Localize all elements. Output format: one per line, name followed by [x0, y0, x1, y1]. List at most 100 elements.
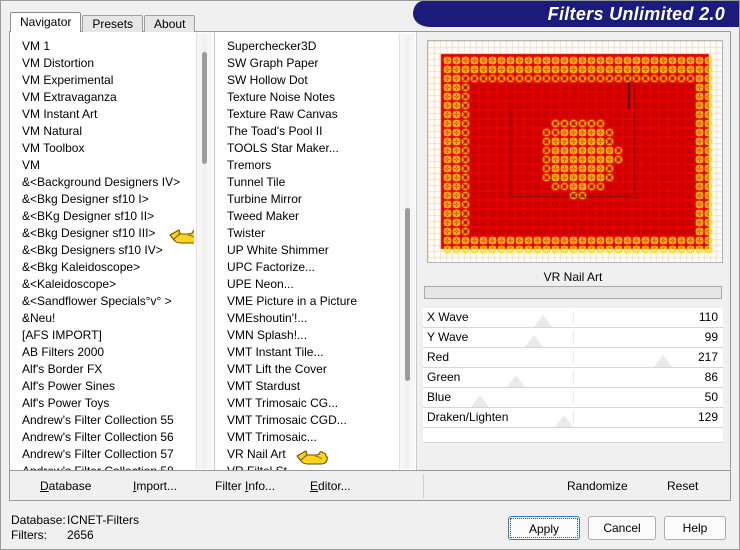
- list-item-label: TOOLS Star Maker...: [227, 141, 339, 155]
- list-item[interactable]: VM Extravaganza: [20, 89, 194, 106]
- list-item[interactable]: SW Graph Paper: [225, 55, 396, 72]
- list-item[interactable]: &<Kaleidoscope>: [20, 276, 194, 293]
- tab-navigator[interactable]: Navigator: [10, 12, 82, 32]
- list-item[interactable]: &<Background Designers IV>: [20, 174, 194, 191]
- slider-row[interactable]: Y Wave 99: [423, 328, 723, 348]
- status-bar: Database: ICNET-Filters Filters: 2656 Ap…: [1, 505, 739, 549]
- slider-value: 86: [704, 370, 718, 384]
- list-item[interactable]: Tremors: [225, 157, 396, 174]
- slider-row[interactable]: Red 217: [423, 348, 723, 368]
- category-list-scrollbar[interactable]: [196, 33, 212, 469]
- list-item[interactable]: Tunnel Tile: [225, 174, 396, 191]
- menu-item-editor[interactable]: Editor...: [310, 479, 351, 493]
- list-item[interactable]: UPC Factorize...: [225, 259, 396, 276]
- list-item[interactable]: VMT Trimosaic CGD...: [225, 412, 396, 429]
- list-item[interactable]: VMT Instant Tile...: [225, 344, 396, 361]
- list-item[interactable]: Andrew's Filter Collection 56: [20, 429, 194, 446]
- bottom-menu-bar: Database Import... Filter Info... Editor...…: [9, 471, 731, 501]
- slider-label: Red: [427, 350, 450, 364]
- filter-list-scrollbar[interactable]: [399, 33, 415, 469]
- list-item[interactable]: VME Picture in a Picture: [225, 293, 396, 310]
- list-item[interactable]: VM Distortion: [20, 55, 194, 72]
- list-item[interactable]: &<BKg Designer sf10 II>: [20, 208, 194, 225]
- list-item[interactable]: Andrew's Filter Collection 55: [20, 412, 194, 429]
- list-item[interactable]: Alf's Power Toys: [20, 395, 194, 412]
- menu-item-filterinfo[interactable]: Filter Info...: [215, 479, 275, 493]
- list-item[interactable]: Superchecker3D: [225, 38, 396, 55]
- preview-image[interactable]: [428, 41, 722, 262]
- list-item[interactable]: Alf's Border FX: [20, 361, 194, 378]
- list-item[interactable]: VM Instant Art: [20, 106, 194, 123]
- help-button[interactable]: Help: [664, 516, 726, 540]
- list-item-label: UP White Shimmer: [227, 243, 329, 257]
- list-item[interactable]: TOOLS Star Maker...: [225, 140, 396, 157]
- list-item[interactable]: Andrew's Filter Collection 57: [20, 446, 194, 463]
- list-item-label: Tremors: [227, 158, 272, 172]
- main-content: VM 1 VM Distortion VM Experimental VM Extra…: [9, 31, 731, 471]
- list-item[interactable]: VMT Trimosaic CG...: [225, 395, 396, 412]
- list-item[interactable]: Andrew's Filter Collection 58: [20, 463, 194, 470]
- menu-item-reset[interactable]: Reset: [667, 479, 698, 493]
- scrollbar-thumb[interactable]: [405, 208, 410, 381]
- menu-item-database[interactable]: Database: [40, 479, 91, 493]
- list-item[interactable]: UPE Neon...: [225, 276, 396, 293]
- list-item[interactable]: VM Experimental: [20, 72, 194, 89]
- slider-thumb[interactable]: [471, 395, 489, 407]
- tab-presets[interactable]: Presets: [82, 15, 144, 32]
- slider-row[interactable]: X Wave 110: [423, 308, 723, 328]
- list-item[interactable]: Tweed Maker: [225, 208, 396, 225]
- list-item[interactable]: VM 1: [20, 38, 194, 55]
- tab-about[interactable]: About: [144, 15, 196, 32]
- slider-row[interactable]: Blue 50: [423, 388, 723, 408]
- list-item[interactable]: &<Sandflower Specials°v° >: [20, 293, 194, 310]
- list-item[interactable]: Texture Raw Canvas: [225, 106, 396, 123]
- list-item[interactable]: VM Natural: [20, 123, 194, 140]
- preview-image-container[interactable]: [427, 40, 723, 263]
- slider-thumb[interactable]: [534, 315, 552, 327]
- list-item[interactable]: UP White Shimmer: [225, 242, 396, 259]
- filter-list[interactable]: Superchecker3D SW Graph Paper SW Hollow Do…: [214, 32, 416, 470]
- category-list[interactable]: VM 1 VM Distortion VM Experimental VM Extra…: [10, 32, 214, 470]
- list-item[interactable]: [AFS IMPORT]: [20, 327, 194, 344]
- list-item[interactable]: Alf's Power Sines: [20, 378, 194, 395]
- list-item[interactable]: VMT Stardust: [225, 378, 396, 395]
- list-item[interactable]: VR Nail Art: [225, 446, 396, 465]
- list-item[interactable]: SW Hollow Dot: [225, 72, 396, 89]
- list-item-label: Andrew's Filter Collection 55: [22, 413, 174, 427]
- menu-item-import[interactable]: Import...: [133, 479, 177, 493]
- list-item[interactable]: &<Bkg Designer sf10 III>: [20, 225, 194, 244]
- list-item[interactable]: AB Filters 2000: [20, 344, 194, 361]
- menu-item-randomize[interactable]: Randomize: [567, 479, 628, 493]
- list-item-label: Turbine Mirror: [227, 192, 302, 206]
- slider-thumb[interactable]: [654, 355, 672, 367]
- list-item[interactable]: VR Filtel St...: [225, 463, 396, 470]
- slider-row[interactable]: Green 86: [423, 368, 723, 388]
- cancel-button[interactable]: Cancel: [588, 516, 656, 540]
- list-item[interactable]: &Neu!: [20, 310, 194, 327]
- status-filters-label: Filters:: [11, 528, 47, 542]
- list-item[interactable]: &<Bkg Kaleidoscope>: [20, 259, 194, 276]
- list-item[interactable]: The Toad's Pool II: [225, 123, 396, 140]
- slider-thumb[interactable]: [507, 375, 525, 387]
- slider-thumb[interactable]: [555, 415, 573, 427]
- list-item[interactable]: VMT Lift the Cover: [225, 361, 396, 378]
- slider-row[interactable]: Draken/Lighten 129: [423, 408, 723, 428]
- list-item[interactable]: Turbine Mirror: [225, 191, 396, 208]
- slider-thumb[interactable]: [525, 335, 543, 347]
- list-item[interactable]: VM: [20, 157, 194, 174]
- list-item[interactable]: VMN Splash!...: [225, 327, 396, 344]
- list-item[interactable]: Twister: [225, 225, 396, 242]
- list-item[interactable]: &<Bkg Designers sf10 IV>: [20, 242, 194, 259]
- list-item[interactable]: Texture Noise Notes: [225, 89, 396, 106]
- list-item-label: UPC Factorize...: [227, 260, 316, 274]
- list-item-label: &Neu!: [22, 311, 56, 325]
- list-item-label: VMT Trimosaic CG...: [227, 396, 339, 410]
- list-item[interactable]: VMT Trimosaic...: [225, 429, 396, 446]
- list-item[interactable]: VM Toolbox: [20, 140, 194, 157]
- list-item[interactable]: &<Bkg Designer sf10 I>: [20, 191, 194, 208]
- scrollbar-thumb[interactable]: [202, 52, 207, 164]
- list-item[interactable]: VMEshoutin'!...: [225, 310, 396, 327]
- apply-button[interactable]: Apply: [508, 516, 580, 540]
- preset-progress-bar[interactable]: [424, 286, 722, 299]
- list-item-label: UPE Neon...: [227, 277, 294, 291]
